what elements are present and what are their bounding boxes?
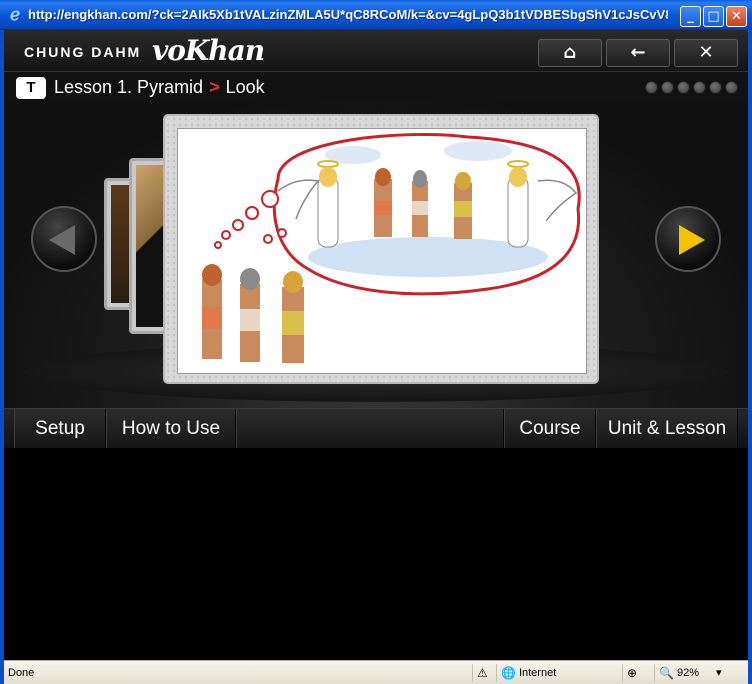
course-button[interactable]: Course: [504, 409, 596, 449]
lesson-section: Look: [225, 77, 265, 97]
teacher-badge[interactable]: T: [16, 77, 46, 99]
app-header: CHUNG DAHM voKhan ⌂ ← ✕: [4, 30, 748, 72]
internet-explorer-icon: ℯ: [9, 5, 21, 25]
card-thumbnail: [136, 165, 166, 327]
carousel-card-current[interactable]: [163, 114, 599, 384]
zoom-level: 92%: [676, 667, 699, 679]
back-arrow-icon: ←: [630, 42, 646, 63]
minimize-icon: _: [687, 9, 694, 24]
carousel-stage: [4, 102, 748, 408]
window-title: http://engkhan.com/?ck=2AIk5Xb1tVALzinZM…: [28, 7, 668, 22]
progress-dot[interactable]: [725, 81, 738, 94]
chevron-down-icon[interactable]: ▾: [716, 667, 722, 679]
how-to-use-button[interactable]: How to Use: [106, 409, 236, 449]
arrow-left-icon: [49, 225, 75, 255]
maximize-button[interactable]: □: [703, 6, 724, 27]
next-button[interactable]: [655, 206, 721, 272]
close-icon: ✕: [731, 9, 742, 24]
window-titlebar: ℯ http://engkhan.com/?ck=2AIk5Xb1tVALzin…: [0, 0, 752, 30]
lesson-bar: T Lesson 1. Pyramid > Look: [4, 72, 748, 102]
progress-dots: [645, 81, 738, 94]
pyramid-illustration: [177, 128, 587, 374]
setup-button[interactable]: Setup: [14, 409, 106, 449]
close-icon: ✕: [698, 42, 714, 63]
window-border-right: [748, 30, 752, 684]
breadcrumb-separator: >: [209, 77, 220, 97]
previous-button[interactable]: [31, 206, 97, 272]
progress-dot[interactable]: [661, 81, 674, 94]
arrow-right-icon: [679, 225, 705, 255]
progress-dot[interactable]: [709, 81, 722, 94]
progress-dot[interactable]: [677, 81, 690, 94]
zone-label: Internet: [518, 667, 557, 679]
lesson-title: Lesson 1. Pyramid: [54, 77, 204, 97]
status-text: Done: [8, 667, 35, 679]
minimize-button[interactable]: _: [680, 6, 701, 27]
home-icon: ⌂: [563, 42, 577, 63]
security-icon[interactable]: ⚠: [472, 664, 496, 682]
menu-spacer: [236, 409, 504, 449]
home-button[interactable]: ⌂: [538, 39, 602, 67]
window-close-button[interactable]: ✕: [726, 6, 747, 27]
lesson-breadcrumb: Lesson 1. Pyramid > Look: [54, 77, 265, 98]
zoom-control[interactable]: 🔍 92% ▾: [654, 664, 748, 682]
maximize-icon: □: [707, 9, 720, 24]
protected-mode-icon[interactable]: ⊕: [622, 664, 654, 682]
zoom-icon: 🔍: [659, 666, 674, 681]
zone-indicator[interactable]: 🌐 Internet: [496, 664, 622, 682]
browser-status-bar: Done ⚠ 🌐 Internet ⊕ 🔍 92% ▾: [4, 660, 748, 684]
content-area: [4, 448, 748, 658]
globe-icon: 🌐: [501, 666, 516, 681]
brand-logo: voKhan: [152, 34, 265, 67]
brand-name: CHUNG DAHM: [24, 44, 142, 60]
back-button[interactable]: ←: [606, 39, 670, 67]
progress-dot[interactable]: [693, 81, 706, 94]
unit-lesson-button[interactable]: Unit & Lesson: [596, 409, 738, 449]
bottom-menu-bar: Setup How to Use Course Unit & Lesson: [4, 408, 748, 449]
progress-dot[interactable]: [645, 81, 658, 94]
exit-button[interactable]: ✕: [674, 39, 738, 67]
